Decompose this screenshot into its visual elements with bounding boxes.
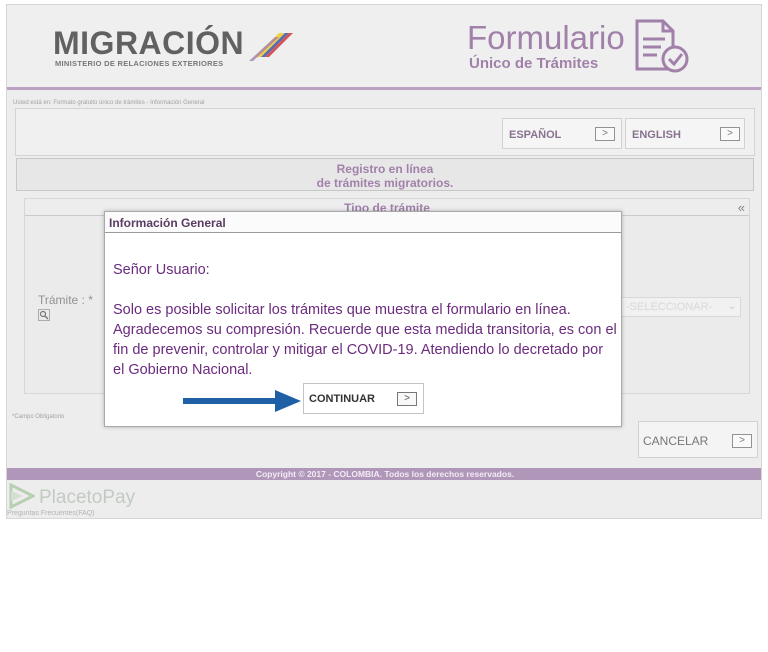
chevron-right-icon: >	[397, 392, 417, 406]
app-window: MIGRACIÓN MINISTERIO DE RELACIONES EXTER…	[6, 4, 762, 519]
viewport: MIGRACIÓN MINISTERIO DE RELACIONES EXTER…	[0, 0, 768, 652]
blue-arrow-icon	[183, 390, 301, 412]
modal-greeting: Señor Usuario:	[113, 262, 210, 278]
modal-title: Información General	[109, 216, 226, 230]
continue-label: CONTINUAR	[309, 393, 375, 405]
modal-header: Información General	[105, 212, 621, 233]
modal-message: Solo es posible solicitar los trámites q…	[113, 302, 617, 378]
continue-button[interactable]: CONTINUAR >	[303, 383, 424, 414]
info-modal: Información General Señor Usuario: Solo …	[104, 211, 622, 427]
modal-body: Señor Usuario: Solo es posible solicitar…	[113, 260, 617, 380]
